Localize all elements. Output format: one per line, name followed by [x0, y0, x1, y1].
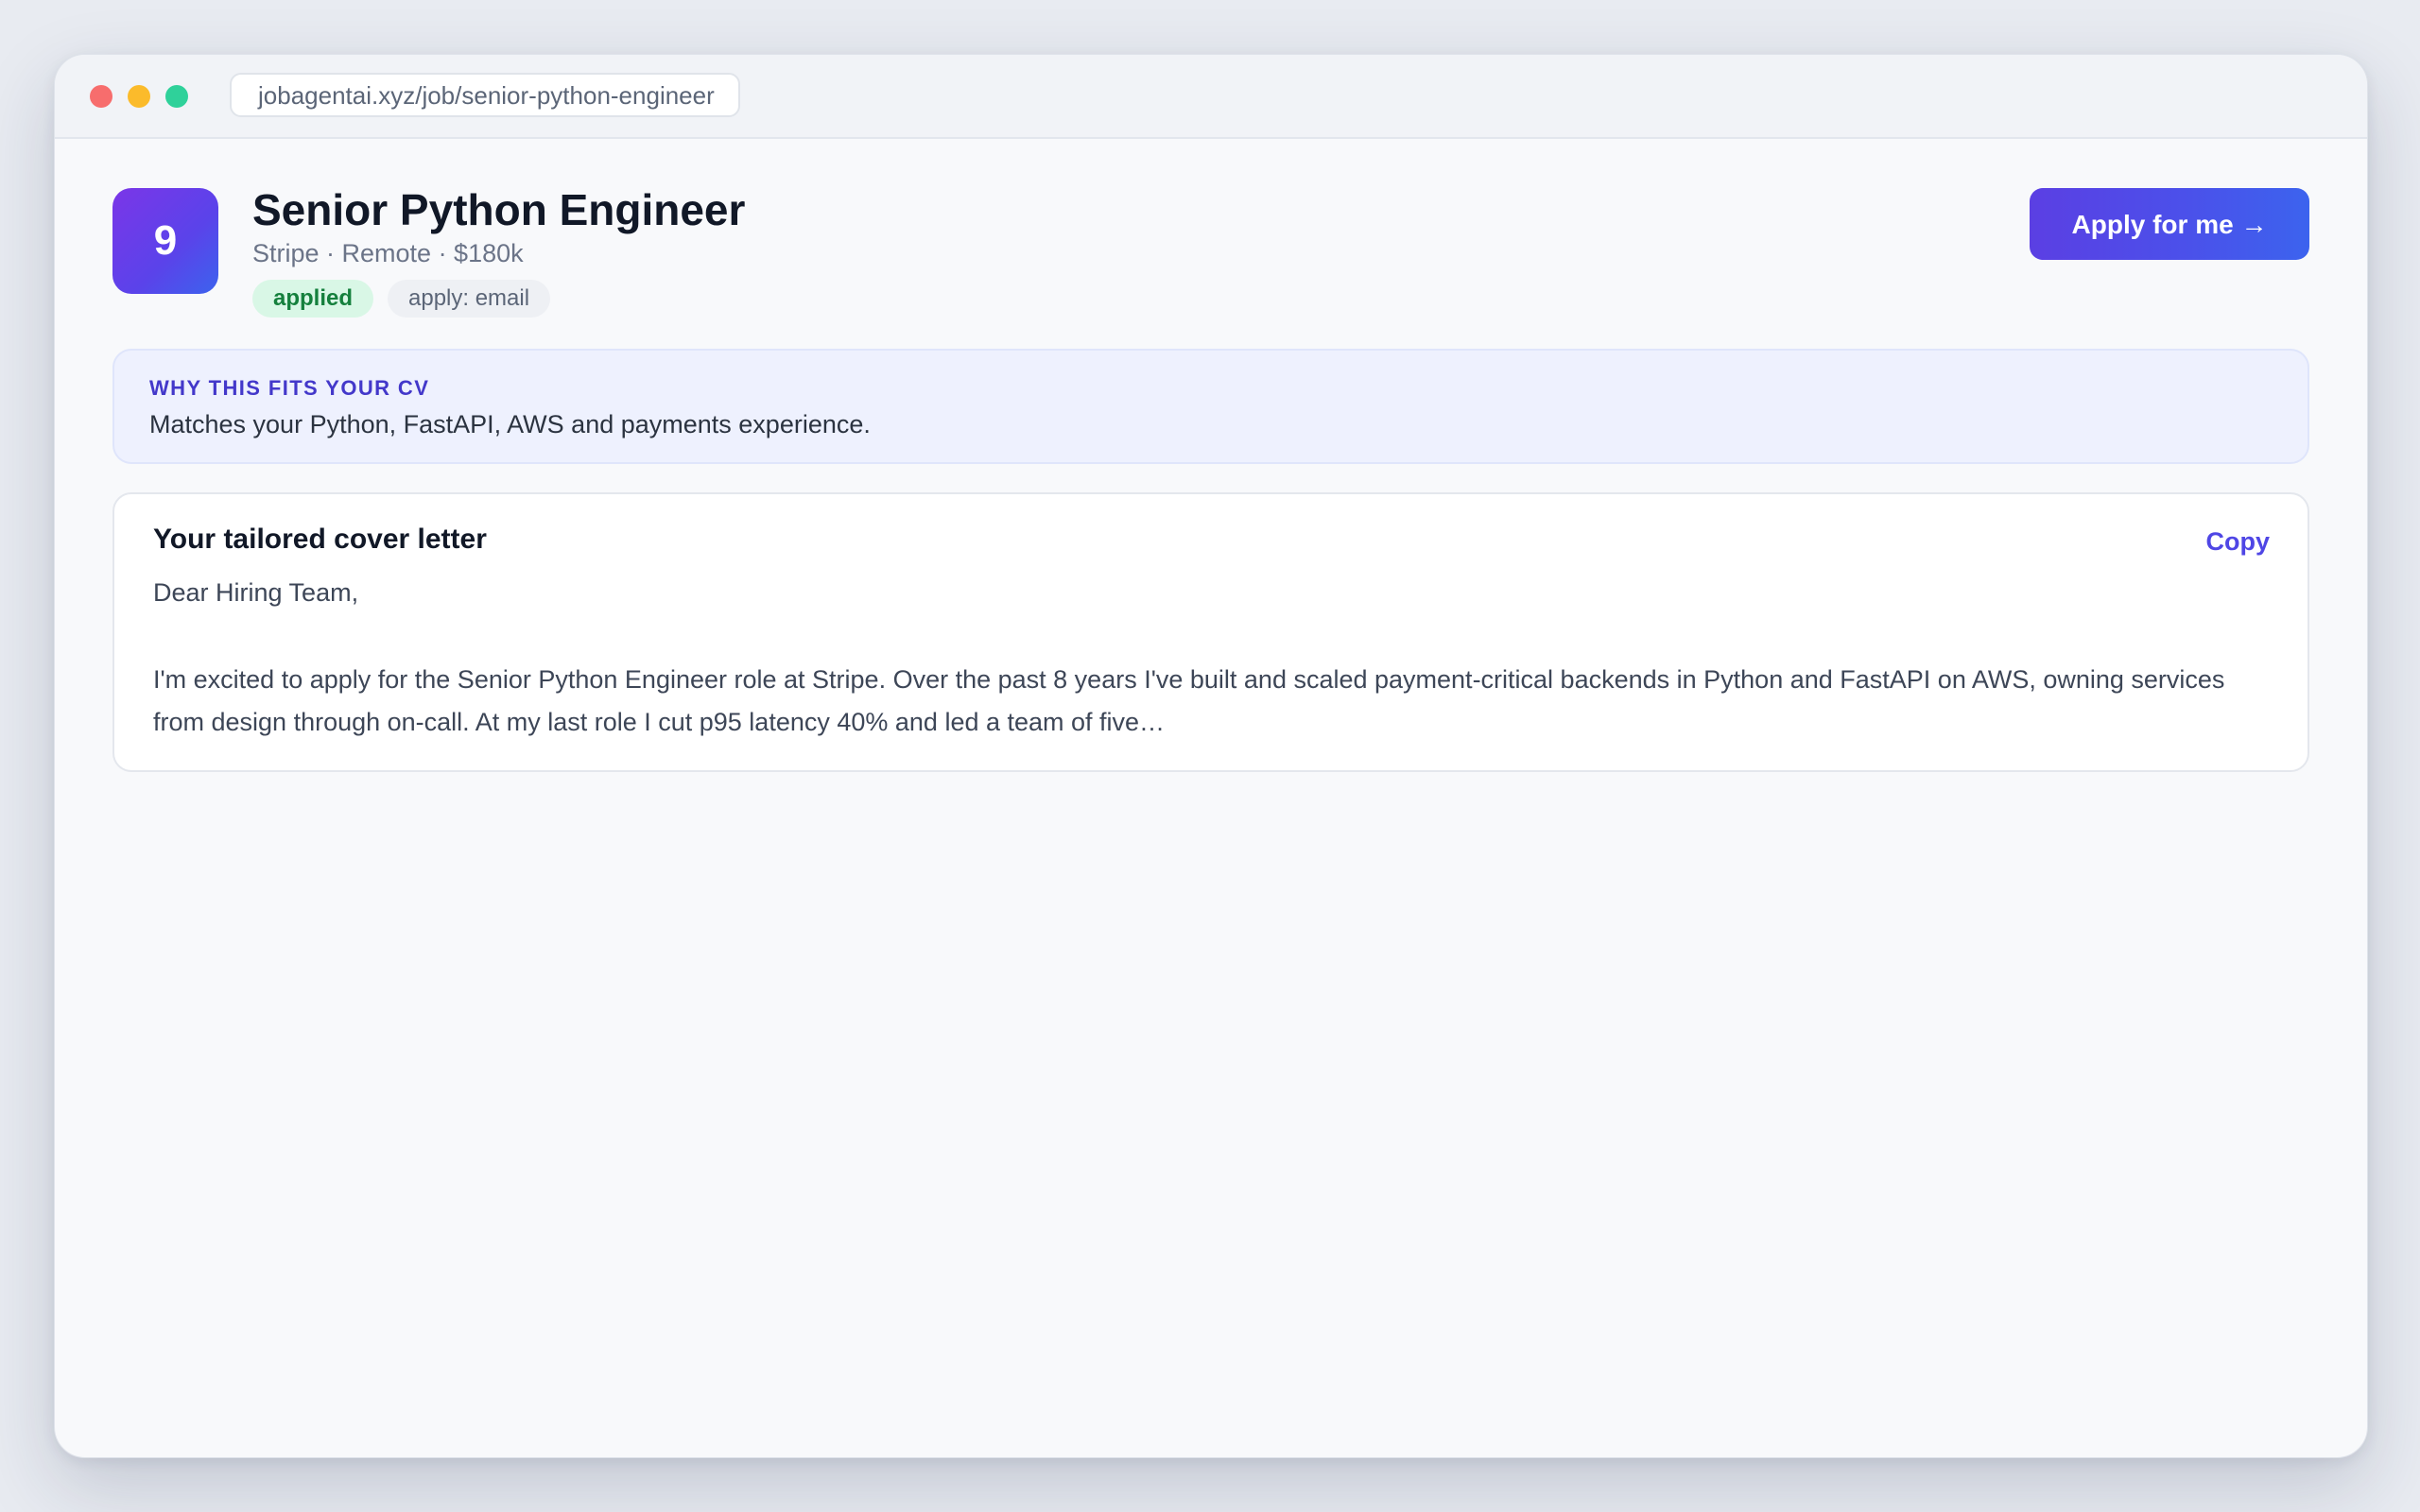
minimize-window-dot-icon[interactable] — [128, 85, 150, 108]
browser-window: jobagentai.xyz/job/senior-python-enginee… — [54, 54, 2368, 1458]
job-meta: Stripe · Remote · $180k — [252, 239, 524, 267]
match-score-badge: 9 — [112, 188, 218, 294]
status-badge: applied — [252, 280, 374, 318]
close-window-dot-icon[interactable] — [90, 85, 112, 108]
copy-button[interactable]: Copy — [2206, 523, 2271, 560]
cv-fit-heading: WHY THIS FITS YOUR CV — [149, 376, 430, 400]
address-bar[interactable]: jobagentai.xyz/job/senior-python-enginee… — [230, 73, 740, 117]
cv-fit-panel: WHY THIS FITS YOUR CV Matches your Pytho… — [112, 349, 2309, 464]
cover-letter-greeting: Dear Hiring Team, — [153, 578, 359, 607]
cv-fit-text: Matches your Python, FastAPI, AWS and pa… — [149, 410, 871, 438]
cover-letter-body: I'm excited to apply for the Senior Pyth… — [153, 665, 2225, 736]
cover-letter-title: Your tailored cover letter — [153, 524, 487, 555]
job-title: Senior Python Engineer — [252, 185, 746, 234]
maximize-window-dot-icon[interactable] — [165, 85, 188, 108]
apply-method-badge: apply: email — [388, 280, 551, 318]
apply-for-me-button[interactable]: Apply for me → — [2030, 188, 2309, 260]
browser-titlebar: jobagentai.xyz/job/senior-python-enginee… — [55, 55, 2367, 139]
cover-letter-card: Your tailored cover letter Copy Dear Hir… — [112, 492, 2309, 772]
